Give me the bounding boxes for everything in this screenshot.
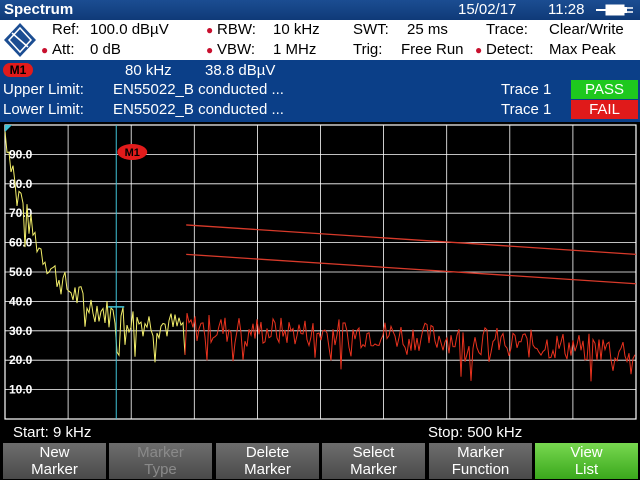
softkey-label: View bbox=[570, 444, 603, 461]
vbw-dot-icon: ● bbox=[206, 43, 214, 57]
detect-label: Detect: bbox=[486, 41, 534, 58]
lower-limit-value[interactable]: EN55022_B conducted ... bbox=[113, 101, 284, 118]
upper-limit-status-badge: PASS bbox=[571, 80, 638, 99]
detect-value[interactable]: Max Peak bbox=[549, 41, 616, 58]
start-frequency[interactable]: Start: 9 kHz bbox=[13, 424, 91, 441]
y-tick-label: 10.0 bbox=[9, 383, 33, 397]
swt-label: SWT: bbox=[353, 21, 389, 38]
info-bar: 80 kHz 38.8 dBµV Upper Limit: EN55022_B … bbox=[0, 60, 640, 122]
ref-label: Ref: bbox=[52, 21, 80, 38]
select-marker-button[interactable]: Select Marker bbox=[322, 443, 425, 479]
rbw-label: RBW: bbox=[217, 21, 256, 38]
att-label: Att: bbox=[52, 41, 75, 58]
att-dot-icon: ● bbox=[41, 43, 49, 57]
trace-value[interactable]: Clear/Write bbox=[549, 21, 624, 38]
axis-bar: Start: 9 kHz Stop: 500 kHz bbox=[0, 422, 640, 442]
upper-limit-trace: Trace 1 bbox=[501, 81, 552, 98]
softkey-label: Marker bbox=[244, 461, 291, 478]
softkey-label: Type bbox=[144, 461, 177, 478]
rbw-dot-icon: ● bbox=[206, 23, 214, 37]
marker-level: 38.8 dBµV bbox=[205, 62, 276, 79]
mode-title: Spectrum bbox=[4, 1, 74, 18]
rbw-value[interactable]: 10 kHz bbox=[273, 21, 320, 38]
softkey-label: Function bbox=[451, 461, 510, 478]
y-tick-label: 40.0 bbox=[9, 294, 33, 308]
new-marker-button[interactable]: New Marker bbox=[3, 443, 106, 479]
ref-value[interactable]: 100.0 dBµV bbox=[90, 21, 169, 38]
y-tick-label: 60.0 bbox=[9, 236, 33, 250]
y-tick-label: 90.0 bbox=[9, 147, 33, 161]
lower-limit-label: Lower Limit: bbox=[3, 101, 84, 118]
y-tick-label: 50.0 bbox=[9, 265, 33, 279]
marker-label: M1 bbox=[125, 147, 140, 159]
param-row-2: ● Att: 0 dB ● VBW: 1 MHz Trig: Free Run … bbox=[0, 40, 640, 60]
vbw-value[interactable]: 1 MHz bbox=[273, 41, 316, 58]
softkey-label: Marker bbox=[350, 461, 397, 478]
softkey-label: Marker bbox=[457, 444, 504, 461]
y-tick-label: 80.0 bbox=[9, 177, 33, 191]
att-value[interactable]: 0 dB bbox=[90, 41, 121, 58]
softkey-label: Marker bbox=[137, 444, 184, 461]
spectrum-chart[interactable]: 90.0 80.0 70.0 60.0 50.0 40.0 30.0 20.0 10.0 M1 bbox=[0, 122, 640, 422]
delete-marker-button[interactable]: Delete Marker bbox=[216, 443, 319, 479]
trig-value[interactable]: Free Run bbox=[401, 41, 464, 58]
marker-frequency: 80 kHz bbox=[125, 62, 172, 79]
lower-limit-trace: Trace 1 bbox=[501, 101, 552, 118]
detect-dot-icon: ● bbox=[475, 43, 483, 57]
stop-frequency[interactable]: Stop: 500 kHz bbox=[428, 424, 522, 441]
vbw-label: VBW: bbox=[217, 41, 256, 58]
softkey-label: Select bbox=[352, 444, 395, 461]
y-tick-label: 20.0 bbox=[9, 353, 33, 367]
title-bar: Spectrum 15/02/17 11:28 bbox=[0, 0, 640, 20]
battery-plug-icon bbox=[596, 4, 633, 16]
y-tick-label: 70.0 bbox=[9, 206, 33, 220]
trig-label: Trig: bbox=[353, 41, 383, 58]
trace-label: Trace: bbox=[486, 21, 528, 38]
time-display: 11:28 bbox=[548, 1, 585, 18]
marker-function-button[interactable]: Marker Function bbox=[429, 443, 532, 479]
marker-badge[interactable]: M1 bbox=[3, 63, 33, 77]
softkey-label: Delete bbox=[245, 444, 290, 461]
softkey-label: List bbox=[574, 461, 599, 478]
param-row-1: Ref: 100.0 dBµV ● RBW: 10 kHz SWT: 25 ms… bbox=[0, 20, 640, 40]
softkey-label: New bbox=[39, 444, 70, 461]
lower-limit-status-badge: FAIL bbox=[571, 100, 638, 119]
brand-logo-icon bbox=[4, 23, 36, 57]
swt-value[interactable]: 25 ms bbox=[407, 21, 448, 38]
softkey-label: Marker bbox=[31, 461, 78, 478]
view-list-button[interactable]: View List bbox=[535, 443, 638, 479]
date-display: 15/02/17 bbox=[458, 1, 517, 18]
upper-limit-value[interactable]: EN55022_B conducted ... bbox=[113, 81, 284, 98]
upper-limit-label: Upper Limit: bbox=[3, 81, 84, 98]
marker-type-button[interactable]: Marker Type bbox=[109, 443, 212, 479]
y-tick-labels: 90.0 80.0 70.0 60.0 50.0 40.0 30.0 20.0 10.0 bbox=[9, 147, 33, 396]
y-tick-label: 30.0 bbox=[9, 324, 33, 338]
